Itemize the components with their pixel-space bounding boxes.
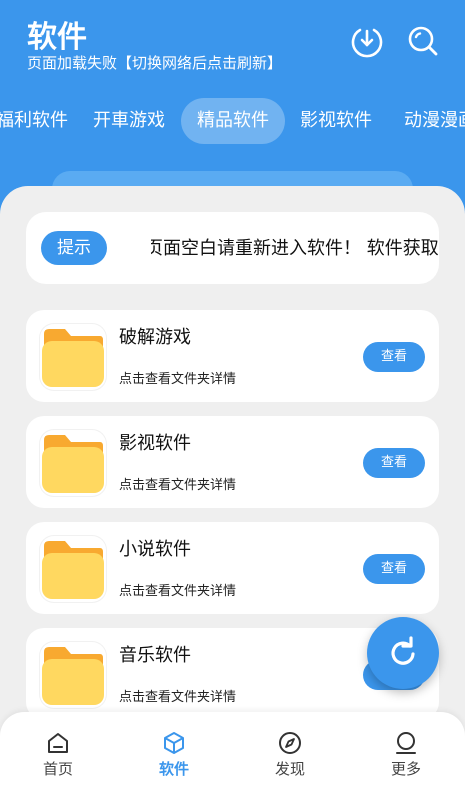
folder-card-novel[interactable]: 小说软件 点击查看文件夹详情 查看 <box>26 522 439 614</box>
card-desc: 点击查看文件夹详情 <box>119 372 237 387</box>
download-icon[interactable] <box>350 24 384 58</box>
nav-more-label: 更多 <box>390 760 421 778</box>
card-desc: 点击查看文件夹详情 <box>119 584 237 599</box>
category-tabs: 福利软件 开車游戏 精品软件 影视软件 动漫漫画 <box>0 98 465 146</box>
page-subtitle[interactable]: 页面加载失败【切换网络后点击刷新】 <box>27 52 282 73</box>
nav-discover-label: 发现 <box>274 760 305 778</box>
notice-badge: 提示 <box>41 231 107 265</box>
view-button[interactable]: 查看 <box>363 342 425 372</box>
tab-yingshi[interactable]: 影视软件 <box>300 98 372 144</box>
search-icon[interactable] <box>406 24 440 58</box>
card-desc: 点击查看文件夹详情 <box>119 690 237 705</box>
folder-icon <box>40 324 106 390</box>
cube-icon <box>164 732 184 754</box>
folder-icon <box>40 642 106 708</box>
nav-home[interactable]: 首页 <box>28 730 88 779</box>
card-desc: 点击查看文件夹详情 <box>119 478 237 493</box>
refresh-button[interactable] <box>367 617 439 689</box>
home-icon <box>48 733 68 753</box>
tab-jingpin[interactable]: 精品软件 <box>181 98 285 144</box>
user-icon <box>396 732 416 754</box>
folder-card-games[interactable]: 破解游戏 点击查看文件夹详情 查看 <box>26 310 439 402</box>
compass-icon <box>279 732 301 754</box>
notice-marquee: 页面空白请重新进入软件！ 软件获取 <box>151 212 439 284</box>
nav-software[interactable]: 软件 <box>144 730 204 779</box>
card-title: 破解游戏 <box>119 327 191 348</box>
page-title: 软件 <box>27 20 87 55</box>
tab-kaiche[interactable]: 开車游戏 <box>93 98 165 144</box>
folder-icon <box>40 430 106 496</box>
notice-text: 页面空白请重新进入软件！ 软件获取 <box>151 238 439 259</box>
card-title: 小说软件 <box>119 539 191 560</box>
folder-card-video[interactable]: 影视软件 点击查看文件夹详情 查看 <box>26 416 439 508</box>
nav-discover[interactable]: 发现 <box>260 730 320 779</box>
tab-fuli[interactable]: 福利软件 <box>0 98 68 144</box>
card-title: 音乐软件 <box>119 645 191 666</box>
tab-dongman[interactable]: 动漫漫画 <box>404 98 465 144</box>
nav-more[interactable]: 更多 <box>376 730 436 779</box>
notice-bar: 提示 页面空白请重新进入软件！ 软件获取 <box>26 212 439 284</box>
folder-icon <box>40 536 106 602</box>
card-title: 影视软件 <box>119 433 191 454</box>
refresh-icon <box>391 636 415 665</box>
bottom-nav: 首页 软件 发现 更多 <box>0 712 465 792</box>
view-button[interactable]: 查看 <box>363 554 425 584</box>
view-button[interactable]: 查看 <box>363 448 425 478</box>
nav-software-label: 软件 <box>158 760 189 778</box>
nav-home-label: 首页 <box>42 760 73 778</box>
